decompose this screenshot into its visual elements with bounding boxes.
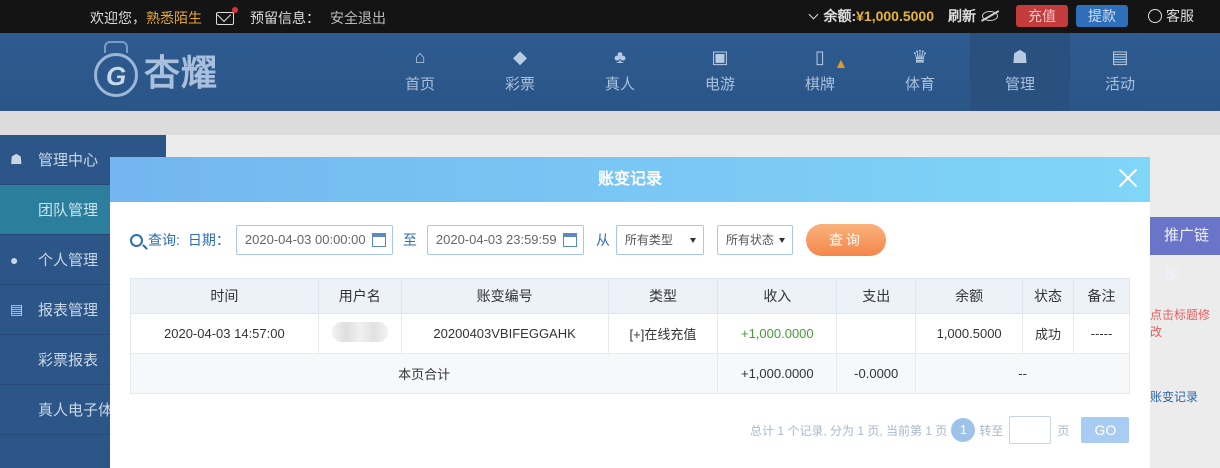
account-record-link[interactable]: 账变记录 xyxy=(1150,388,1220,405)
nav-games[interactable]: ▣ 电游 xyxy=(670,33,770,111)
welcome-text: 欢迎您， xyxy=(90,10,146,26)
bell-icon: ▲ xyxy=(834,55,848,71)
ticket-icon: ◆ xyxy=(513,47,527,67)
end-date-input[interactable]: 2020-04-03 23:59:59 xyxy=(426,225,584,255)
column-header: 类型 xyxy=(607,278,719,314)
customer-service-link[interactable]: 客服 xyxy=(1166,6,1194,26)
cell-status: 成功 xyxy=(1022,313,1075,354)
type-select[interactable]: 所有类型 xyxy=(615,225,704,255)
eye-hidden-icon[interactable] xyxy=(982,11,998,21)
page-suffix: 页 xyxy=(1057,423,1070,438)
chevron-down-icon[interactable] xyxy=(809,9,819,19)
balance-value: ¥1,000.5000 xyxy=(856,8,934,24)
cell-type: [+]在线充值 xyxy=(607,313,719,354)
modal-header: 账变记录 xyxy=(110,157,1150,202)
nav-cards[interactable]: ▯ ▲ 棋牌 xyxy=(770,33,870,111)
game-icon: ▣ xyxy=(711,47,729,67)
calendar-icon[interactable] xyxy=(562,233,577,247)
dropdown-arrow-icon xyxy=(778,238,785,243)
date-label: 日期： xyxy=(187,232,230,248)
search-icon xyxy=(130,233,143,247)
edit-title-hint: 点击标题修改 xyxy=(1150,308,1211,339)
dropdown-arrow-icon xyxy=(689,238,696,243)
goto-label: 转至 xyxy=(979,423,1004,438)
reserve-info-label[interactable]: 预留信息： xyxy=(250,8,320,28)
pagination: 总计 1 个记录, 分为 1 页, 当前第 1 页 1 转至 页 GO xyxy=(750,416,1130,444)
main-nav: G 杏耀 ⌂ 首页 ◆ 彩票 ♣ 真人 ▣ 电游 ▯ ▲ 棋牌 ♛ 体育 ☗ 管理 ▤ 活动 xyxy=(0,33,1220,111)
nav-home[interactable]: ⌂ 首页 xyxy=(370,33,470,111)
cell-id: 20200403VBIFEGGAHK xyxy=(400,313,609,354)
cell-expense xyxy=(836,313,917,354)
column-header: 余额 xyxy=(915,278,1024,314)
home-icon: ⌂ xyxy=(414,47,426,67)
nav-lottery[interactable]: ◆ 彩票 xyxy=(470,33,570,111)
column-header: 备注 xyxy=(1073,278,1130,314)
column-header: 用户名 xyxy=(317,278,402,314)
cell-balance: 1,000.5000 xyxy=(915,313,1024,354)
logo-mark: G xyxy=(92,41,140,99)
users-icon: ☗ xyxy=(1011,47,1029,67)
summary-expense: -0.0000 xyxy=(836,353,917,394)
chat-icon[interactable] xyxy=(1148,9,1162,23)
gift-icon: ▤ xyxy=(1111,47,1129,67)
page-input[interactable] xyxy=(1009,416,1052,444)
summary-label: 本页合计 xyxy=(129,353,719,394)
start-date-input[interactable]: 2020-04-03 00:00:00 xyxy=(235,225,393,255)
nav-live[interactable]: ♣ 真人 xyxy=(570,33,670,111)
mail-icon[interactable] xyxy=(216,6,238,25)
logout-link[interactable]: 安全退出 xyxy=(330,8,386,28)
report-icon: ▤ xyxy=(10,301,24,317)
top-bar: 欢迎您， 熟悉陌生 预留信息： 安全退出 余额: ¥1,000.5000 刷新 … xyxy=(0,0,1220,33)
table-header-row: 时间 用户名 账变编号 类型 收入 支出 余额 状态 备注 xyxy=(130,278,1130,314)
calendar-icon[interactable] xyxy=(371,233,386,247)
from-label: 从 xyxy=(595,232,610,248)
modal-title: 账变记录 xyxy=(597,171,662,188)
username[interactable]: 熟悉陌生 xyxy=(146,8,202,28)
column-header: 支出 xyxy=(836,278,917,314)
cell-note: ----- xyxy=(1073,313,1130,354)
query-button[interactable]: 查询 xyxy=(805,224,886,256)
account-change-modal: 账变记录 查询: 日期： 2020-04-03 00:00:00 至 2020-… xyxy=(110,157,1150,468)
users-icon: ☗ xyxy=(10,151,23,167)
page-number[interactable]: 1 xyxy=(951,418,976,442)
notification-dot xyxy=(232,6,238,13)
refresh-link[interactable]: 刷新 xyxy=(948,6,976,26)
user-icon: ● xyxy=(10,251,19,268)
pager-info: 总计 1 个记录, 分为 1 页, 当前第 1 页 xyxy=(750,423,948,438)
close-icon[interactable] xyxy=(1118,168,1138,188)
promo-link-button[interactable]: 推广链接 xyxy=(1150,217,1220,282)
summary-row: 本页合计 +1,000.0000 -0.0000 -- xyxy=(129,353,1130,394)
balance-label: 余额: xyxy=(823,8,857,24)
content-header xyxy=(0,111,1220,135)
logo-text: 杏耀 xyxy=(144,53,219,94)
withdraw-button[interactable]: 提款 xyxy=(1076,5,1128,27)
column-header: 状态 xyxy=(1022,278,1075,314)
nav-manage[interactable]: ☗ 管理 xyxy=(970,33,1070,111)
nav-sports[interactable]: ♛ 体育 xyxy=(870,33,970,111)
table-row: 2020-04-03 14:57:00 20200403VBIFEGGAHK [… xyxy=(130,313,1130,354)
summary-income: +1,000.0000 xyxy=(717,353,838,394)
deposit-button[interactable]: 充值 xyxy=(1016,5,1068,27)
trophy-icon: ♛ xyxy=(911,47,929,67)
column-header: 收入 xyxy=(717,278,838,314)
cell-username xyxy=(317,313,402,354)
column-header: 账变编号 xyxy=(400,278,609,314)
blurred-username xyxy=(331,322,388,342)
nav-activity[interactable]: ▤ 活动 xyxy=(1070,33,1170,111)
cell-income: +1,000.0000 xyxy=(717,313,838,354)
summary-rest: -- xyxy=(915,353,1130,394)
cards-icon: ▯ xyxy=(815,47,825,67)
cell-time: 2020-04-03 14:57:00 xyxy=(130,313,319,354)
records-table: 时间 用户名 账变编号 类型 收入 支出 余额 状态 备注 2020-04-03… xyxy=(129,278,1130,394)
query-label: 查询: xyxy=(148,232,180,248)
logo[interactable]: G 杏耀 xyxy=(92,41,218,99)
column-header: 时间 xyxy=(130,278,319,314)
live-icon: ♣ xyxy=(614,47,626,67)
status-select[interactable]: 所有状态 xyxy=(716,225,793,255)
go-button[interactable]: GO xyxy=(1081,417,1130,443)
filter-bar: 查询: 日期： 2020-04-03 00:00:00 至 2020-04-03… xyxy=(130,224,886,256)
to-label: 至 xyxy=(402,232,417,248)
